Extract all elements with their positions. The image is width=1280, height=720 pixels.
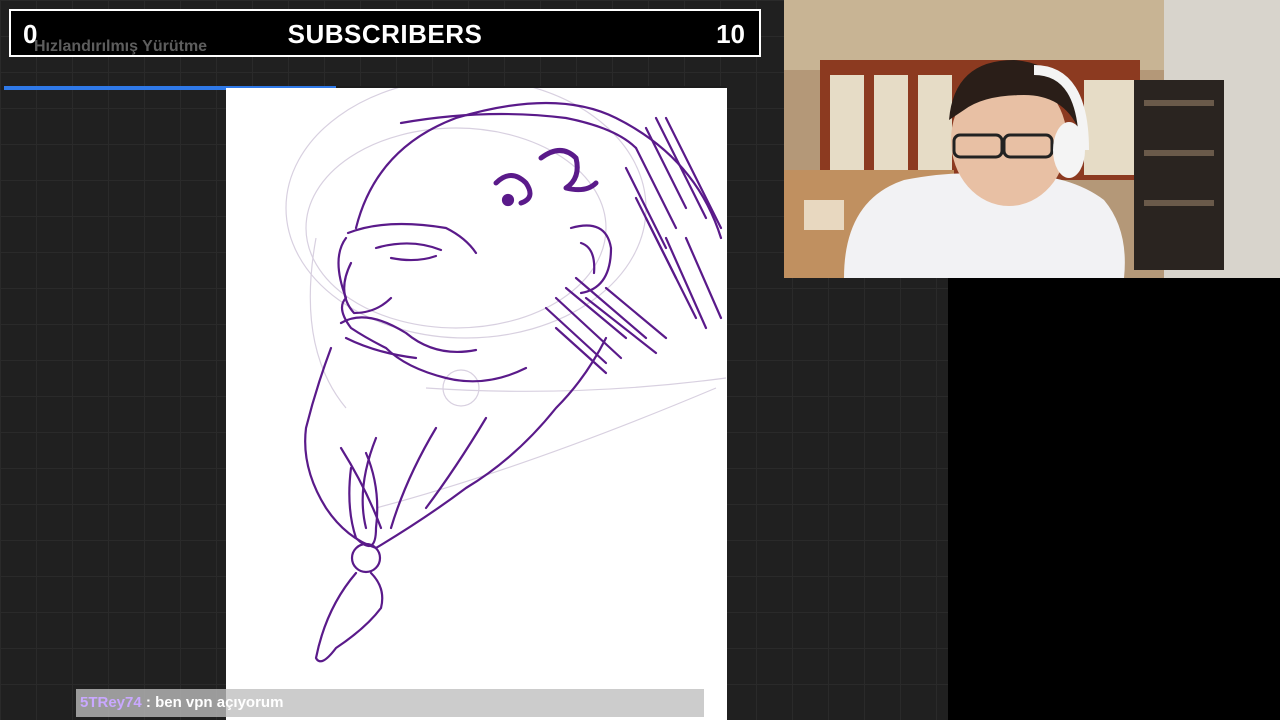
webcam-scene: [784, 0, 1280, 278]
chat-username: 5TRey74: [80, 694, 142, 711]
drawing-canvas[interactable]: [226, 88, 727, 720]
chat-text: ben vpn açıyorum: [155, 694, 284, 711]
sketch-drawing: [285, 88, 727, 663]
webcam-feed: [784, 0, 1280, 278]
goal-target-count: 10: [716, 19, 745, 49]
timelapse-caption: Hızlandırılmış Yürütme: [34, 38, 208, 55]
chat-message: 5TRey74 : ben vpn açıyorum: [76, 689, 704, 717]
chat-separator: :: [141, 694, 156, 711]
empty-overlay-area: [948, 278, 1280, 720]
